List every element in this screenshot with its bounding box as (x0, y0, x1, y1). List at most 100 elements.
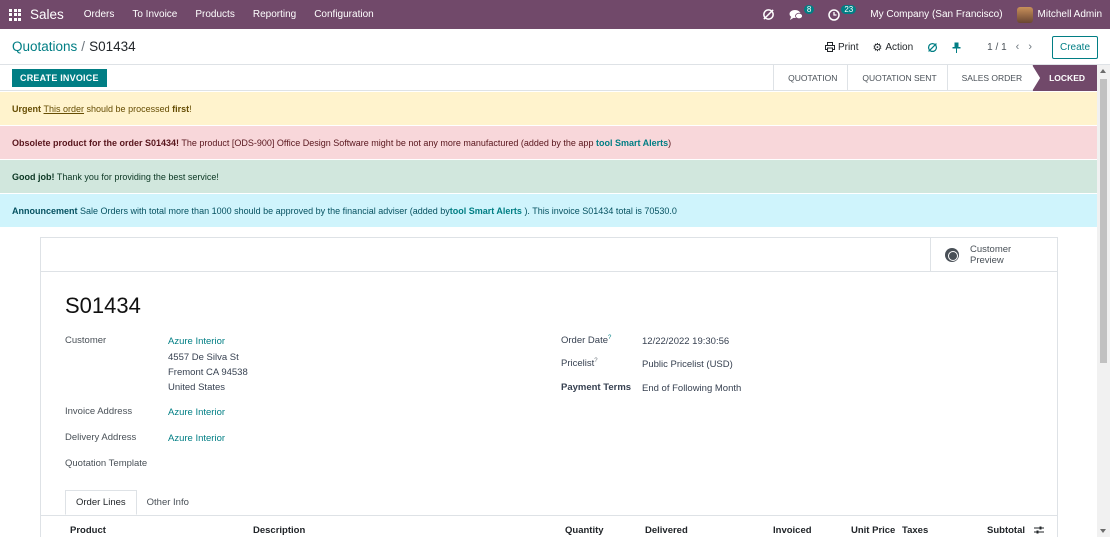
column-settings-icon[interactable] (1034, 525, 1044, 535)
address-line-3: United States (168, 382, 226, 393)
quotation-template-label: Quotation Template (65, 458, 148, 469)
address-line-2: Fremont CA 94538 (168, 367, 248, 378)
column-unit-price[interactable]: Unit Price (851, 525, 895, 536)
pager-previous-icon[interactable]: ‹ (1016, 41, 1020, 53)
delivery-address-field[interactable]: Azure Interior (168, 433, 225, 444)
menu-orders[interactable]: Orders (84, 9, 115, 20)
breadcrumb: Quotations / S01434 (12, 39, 136, 54)
order-date-field[interactable]: 12/22/2022 19:30:56 (642, 336, 729, 347)
customer-preview-button[interactable]: Customer Preview (930, 238, 1057, 272)
control-panel: Quotations / S01434 Print ⚙ Action 1 / 1… (0, 29, 1110, 65)
invoice-address-label: Invoice Address (65, 406, 133, 417)
invoice-address-field[interactable]: Azure Interior (168, 407, 225, 418)
user-menu[interactable]: Mitchell Admin (1016, 6, 1102, 23)
pager-value[interactable]: 1 / 1 (987, 42, 1006, 53)
breadcrumb-separator: / (81, 39, 86, 54)
menu-products[interactable]: Products (195, 9, 234, 20)
pager-next-icon[interactable]: › (1028, 41, 1032, 53)
customer-field[interactable]: Azure Interior (168, 336, 225, 347)
app-name[interactable]: Sales (30, 7, 64, 22)
debug-refresh-button[interactable] (927, 42, 938, 53)
column-taxes[interactable]: Taxes (902, 525, 928, 536)
gear-icon: ⚙ (872, 41, 883, 54)
activity-menu[interactable]: 23 (828, 5, 857, 21)
menu-configuration[interactable]: Configuration (314, 9, 373, 20)
scroll-up-arrow[interactable] (1100, 69, 1106, 73)
print-icon (824, 42, 835, 52)
breadcrumb-current: S01434 (89, 39, 136, 54)
print-label: Print (837, 41, 859, 53)
stage-quotation[interactable]: QUOTATION (773, 65, 847, 91)
alert-danger-text: The product [ODS-900] Office Design Soft… (179, 137, 596, 148)
avatar (1016, 6, 1033, 23)
column-product[interactable]: Product (70, 525, 106, 536)
column-description[interactable]: Description (253, 525, 305, 536)
scroll-thumb[interactable] (1100, 79, 1107, 363)
payment-terms-field[interactable]: End of Following Month (642, 383, 741, 394)
alert-info-end: ). This invoice S01434 total is 70530.0 (521, 205, 677, 216)
column-invoiced[interactable]: Invoiced (773, 525, 812, 536)
column-quantity[interactable]: Quantity (565, 525, 604, 536)
alert-danger-link[interactable]: tool Smart Alerts (596, 138, 668, 148)
alert-info-text: Sale Orders with total more than 1000 sh… (77, 205, 450, 216)
globe-icon (945, 248, 959, 262)
stage-pipeline: QUOTATION QUOTATION SENT SALES ORDER LOC… (773, 65, 1097, 91)
tab-other-info[interactable]: Other Info (137, 490, 199, 515)
notebook-tabs: Order Lines Other Info (65, 490, 199, 515)
alert-success-text: Thank you for providing the best service… (54, 171, 219, 182)
menu-to-invoice[interactable]: To Invoice (132, 9, 177, 20)
pin-button[interactable] (952, 42, 961, 53)
alert-info: Announcement Sale Orders with total more… (0, 194, 1097, 227)
breadcrumb-quotations[interactable]: Quotations (12, 39, 77, 54)
alert-warning-text: should be processed (84, 103, 173, 114)
tab-divider (41, 515, 1057, 516)
chat-icon (789, 9, 803, 20)
order-name: S01434 (65, 293, 141, 318)
scroll-down-arrow[interactable] (1100, 529, 1106, 533)
alert-warning-title: Urgent (12, 103, 41, 114)
preview-label-line2: Preview (970, 255, 1004, 266)
top-navbar: Sales Orders To Invoice Products Reporti… (0, 0, 1110, 29)
print-button[interactable]: Print (824, 41, 859, 53)
alert-info-link[interactable]: tool Smart Alerts (450, 206, 522, 216)
button-box: Customer Preview (41, 238, 1057, 272)
messaging-menu[interactable]: 8 (789, 5, 815, 21)
pricelist-label: Pricelist? (561, 358, 598, 370)
debug-bug-icon[interactable] (762, 8, 775, 21)
address-line-1: 4557 De Silva St (168, 352, 239, 363)
preview-label-line1: Customer (970, 244, 1012, 255)
clock-icon (828, 8, 841, 21)
payment-terms-label: Payment Terms (561, 382, 632, 393)
company-switcher[interactable]: My Company (San Francisco) (870, 9, 1002, 20)
alert-success: Good job! Thank you for providing the be… (0, 160, 1097, 193)
action-label: Action (885, 41, 914, 53)
stage-locked[interactable]: LOCKED (1032, 65, 1097, 91)
statusbar: CREATE INVOICE QUOTATION QUOTATION SENT … (0, 65, 1097, 91)
stage-quotation-sent[interactable]: QUOTATION SENT (847, 65, 946, 91)
activity-count-badge: 23 (841, 5, 857, 14)
apps-menu-icon[interactable] (9, 8, 21, 21)
tab-order-lines[interactable]: Order Lines (65, 490, 137, 515)
alert-warning-link[interactable]: This order (44, 104, 85, 114)
alert-danger-title: Obsolete product for the order S01434! (12, 137, 180, 148)
stage-sales-order[interactable]: SALES ORDER (946, 65, 1032, 91)
create-invoice-button[interactable]: CREATE INVOICE (12, 69, 107, 87)
order-date-label: Order Date? (561, 335, 612, 347)
alert-warning-end: ! (189, 103, 192, 114)
alert-info-title: Announcement (12, 205, 78, 216)
sync-icon (928, 42, 938, 52)
menu-reporting[interactable]: Reporting (253, 9, 296, 20)
column-delivered[interactable]: Delivered (645, 525, 688, 536)
column-subtotal[interactable]: Subtotal (987, 525, 1025, 536)
alert-danger: Obsolete product for the order S01434! T… (0, 126, 1097, 159)
action-button[interactable]: ⚙ Action (873, 41, 914, 54)
pin-icon (952, 42, 961, 53)
user-name: Mitchell Admin (1037, 9, 1102, 20)
chat-count-badge: 8 (803, 5, 815, 14)
form-sheet: Customer Preview S01434 Customer Azure I… (40, 237, 1058, 537)
alert-warning: Urgent This order should be processed fi… (0, 92, 1097, 125)
create-button[interactable]: Create (1051, 35, 1098, 59)
pricelist-field[interactable]: Public Pricelist (USD) (642, 359, 733, 370)
page-scrollbar[interactable] (1097, 65, 1110, 537)
alert-warning-strong: first (172, 103, 190, 114)
